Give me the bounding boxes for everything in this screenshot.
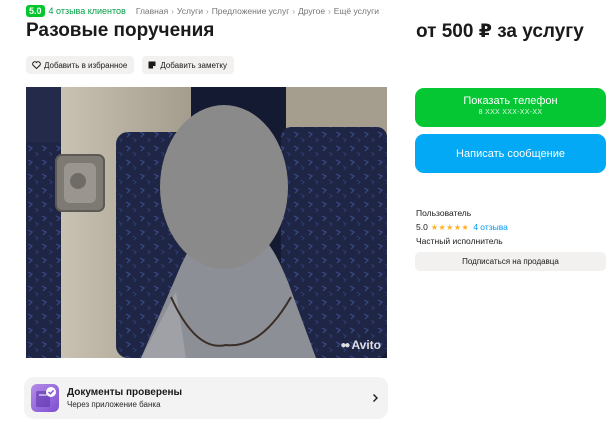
subscribe-seller-button[interactable]: Подписаться на продавца bbox=[415, 252, 606, 271]
photo-image bbox=[26, 87, 387, 358]
seller-rating: 5.0 ★★★★★ 4 отзыва bbox=[416, 222, 606, 232]
chevron-right-icon: › bbox=[171, 6, 174, 16]
chevron-right-icon: › bbox=[206, 6, 209, 16]
subscribe-seller-label: Подписаться на продавца bbox=[462, 257, 559, 266]
avito-logo-icon: ●● bbox=[340, 339, 350, 351]
add-to-favorites-button[interactable]: Добавить в избранное bbox=[26, 56, 135, 74]
seller-type: Частный исполнитель bbox=[416, 236, 503, 246]
add-note-button[interactable]: Добавить заметку bbox=[142, 56, 234, 74]
show-phone-label: Показать телефон bbox=[463, 95, 558, 107]
breadcrumb-services[interactable]: Услуги bbox=[177, 6, 203, 16]
add-to-favorites-label: Добавить в избранное bbox=[44, 60, 128, 70]
listing-actions: Добавить в избранное Добавить заметку bbox=[26, 56, 234, 74]
breadcrumb-service-offers[interactable]: Предложение услуг bbox=[212, 6, 290, 16]
documents-verified-text: Документы проверены Через приложение бан… bbox=[67, 387, 370, 409]
top-bar: 5.0 4 отзыва клиентов Главная › Услуги ›… bbox=[26, 4, 379, 18]
client-reviews-link[interactable]: 4 отзыва клиентов bbox=[49, 6, 126, 16]
seller-info: Пользователь 5.0 ★★★★★ 4 отзыва Частный … bbox=[416, 208, 606, 246]
add-note-label: Добавить заметку bbox=[160, 60, 227, 70]
chevron-right-icon: › bbox=[292, 6, 296, 16]
send-message-button[interactable]: Написать сообщение bbox=[415, 134, 606, 173]
seller-name[interactable]: Пользователь bbox=[416, 208, 606, 218]
watermark-text: Avito bbox=[351, 338, 381, 352]
documents-verified-subtitle: Через приложение банка bbox=[67, 400, 161, 409]
avito-watermark: ●● Avito bbox=[340, 338, 381, 352]
listing-photo[interactable]: ●● Avito bbox=[26, 87, 387, 358]
rating-badge: 5.0 bbox=[26, 5, 45, 17]
chevron-right-icon: › bbox=[328, 6, 331, 16]
seller-rating-value: 5.0 bbox=[416, 222, 428, 232]
note-icon bbox=[147, 60, 157, 70]
verified-documents-icon bbox=[31, 384, 59, 412]
price: от 500 ₽ за услугу bbox=[416, 21, 584, 42]
seller-reviews-link[interactable]: 4 отзыва bbox=[473, 222, 508, 232]
breadcrumb: Главная › Услуги › Предложение услуг › Д… bbox=[136, 6, 379, 16]
heart-icon bbox=[31, 60, 41, 70]
show-phone-button[interactable]: Показать телефон 8 XXX XXX-XX-XX bbox=[415, 88, 606, 127]
phone-masked: 8 XXX XXX-XX-XX bbox=[478, 109, 543, 116]
breadcrumb-other[interactable]: Другое bbox=[298, 6, 325, 16]
star-rating-icon: ★★★★★ bbox=[430, 222, 470, 232]
documents-verified-card[interactable]: Документы проверены Через приложение бан… bbox=[24, 377, 388, 419]
page-title: Разовые поручения bbox=[26, 20, 215, 41]
chevron-right-icon bbox=[373, 394, 378, 402]
breadcrumb-home[interactable]: Главная bbox=[136, 6, 168, 16]
send-message-label: Написать сообщение bbox=[456, 147, 565, 160]
breadcrumb-more-services[interactable]: Ещё услуги bbox=[334, 6, 379, 16]
documents-verified-title: Документы проверены bbox=[67, 387, 183, 398]
